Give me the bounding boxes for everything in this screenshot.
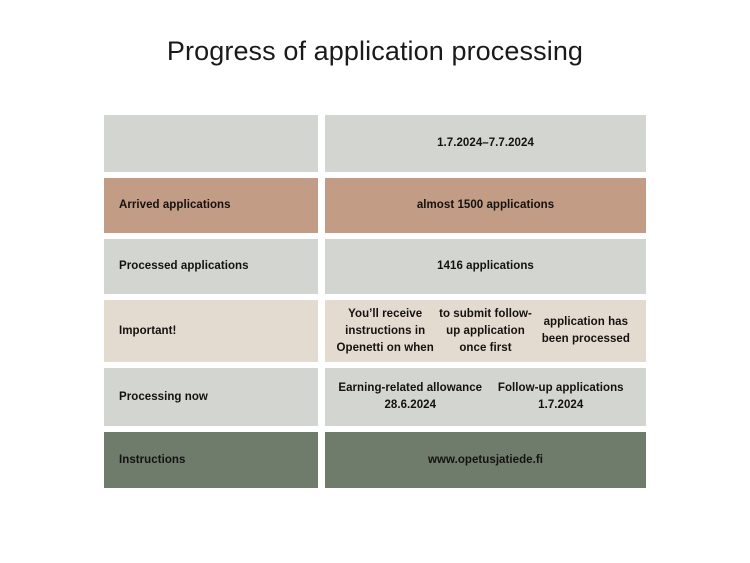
row-value-important-line-2: to submit follow-up application once fir…: [439, 307, 532, 354]
row-value-instructions-text[interactable]: www.opetusjatiede.fi: [335, 452, 636, 469]
row-value-processing-line-1: Earning-related allowance 28.6.2024: [338, 382, 483, 411]
row-label-important: Important!: [104, 300, 318, 362]
row-label-processing: Processing now: [104, 368, 318, 426]
row-label-arrived: Arrived applications: [104, 178, 318, 233]
page-title: Progress of application processing: [166, 36, 584, 66]
table-row: Processed applications 1416 applications: [104, 239, 646, 294]
row-value-processing: Earning-related allowance 28.6.2024 Foll…: [325, 368, 646, 426]
row-value-arrived: almost 1500 applications: [325, 178, 646, 233]
row-value-important-line-1: You’ll receive instructions in Openetti …: [336, 307, 434, 354]
row-value-processed: 1416 applications: [325, 239, 646, 294]
table-row: Instructions www.opetusjatiede.fi: [104, 432, 646, 488]
row-label-processed-text: Processed applications: [119, 260, 249, 272]
row-value-important-line-3: application has been processed: [541, 316, 630, 345]
row-value-period-text: 1.7.2024–7.7.2024: [437, 137, 534, 149]
table-row: Important! You’ll receive instructions i…: [104, 300, 646, 362]
row-label-instructions-text: Instructions: [119, 453, 186, 466]
row-label-arrived-text: Arrived applications: [119, 199, 231, 211]
row-label-processing-text: Processing now: [119, 390, 208, 403]
status-table: 1.7.2024–7.7.2024 Arrived applications a…: [104, 115, 646, 488]
slide-root: Progress of application processing 1.7.2…: [0, 0, 750, 563]
table-row: 1.7.2024–7.7.2024: [104, 115, 646, 172]
row-value-important: You’ll receive instructions in Openetti …: [325, 300, 646, 362]
row-value-instructions: www.opetusjatiede.fi: [325, 432, 646, 488]
row-value-processing-line-2: Follow-up applications 1.7.2024: [497, 382, 624, 411]
row-label-period: [104, 115, 318, 172]
row-value-arrived-text: almost 1500 applications: [416, 199, 555, 211]
row-label-processed: Processed applications: [104, 239, 318, 294]
table-row: Arrived applications almost 1500 applica…: [104, 178, 646, 233]
table-row: Processing now Earning-related allowance…: [104, 368, 646, 426]
row-label-instructions: Instructions: [104, 432, 318, 488]
row-value-period: 1.7.2024–7.7.2024: [325, 115, 646, 172]
row-value-processed-text: 1416 applications: [437, 260, 534, 272]
row-label-important-text: Important!: [119, 324, 177, 337]
